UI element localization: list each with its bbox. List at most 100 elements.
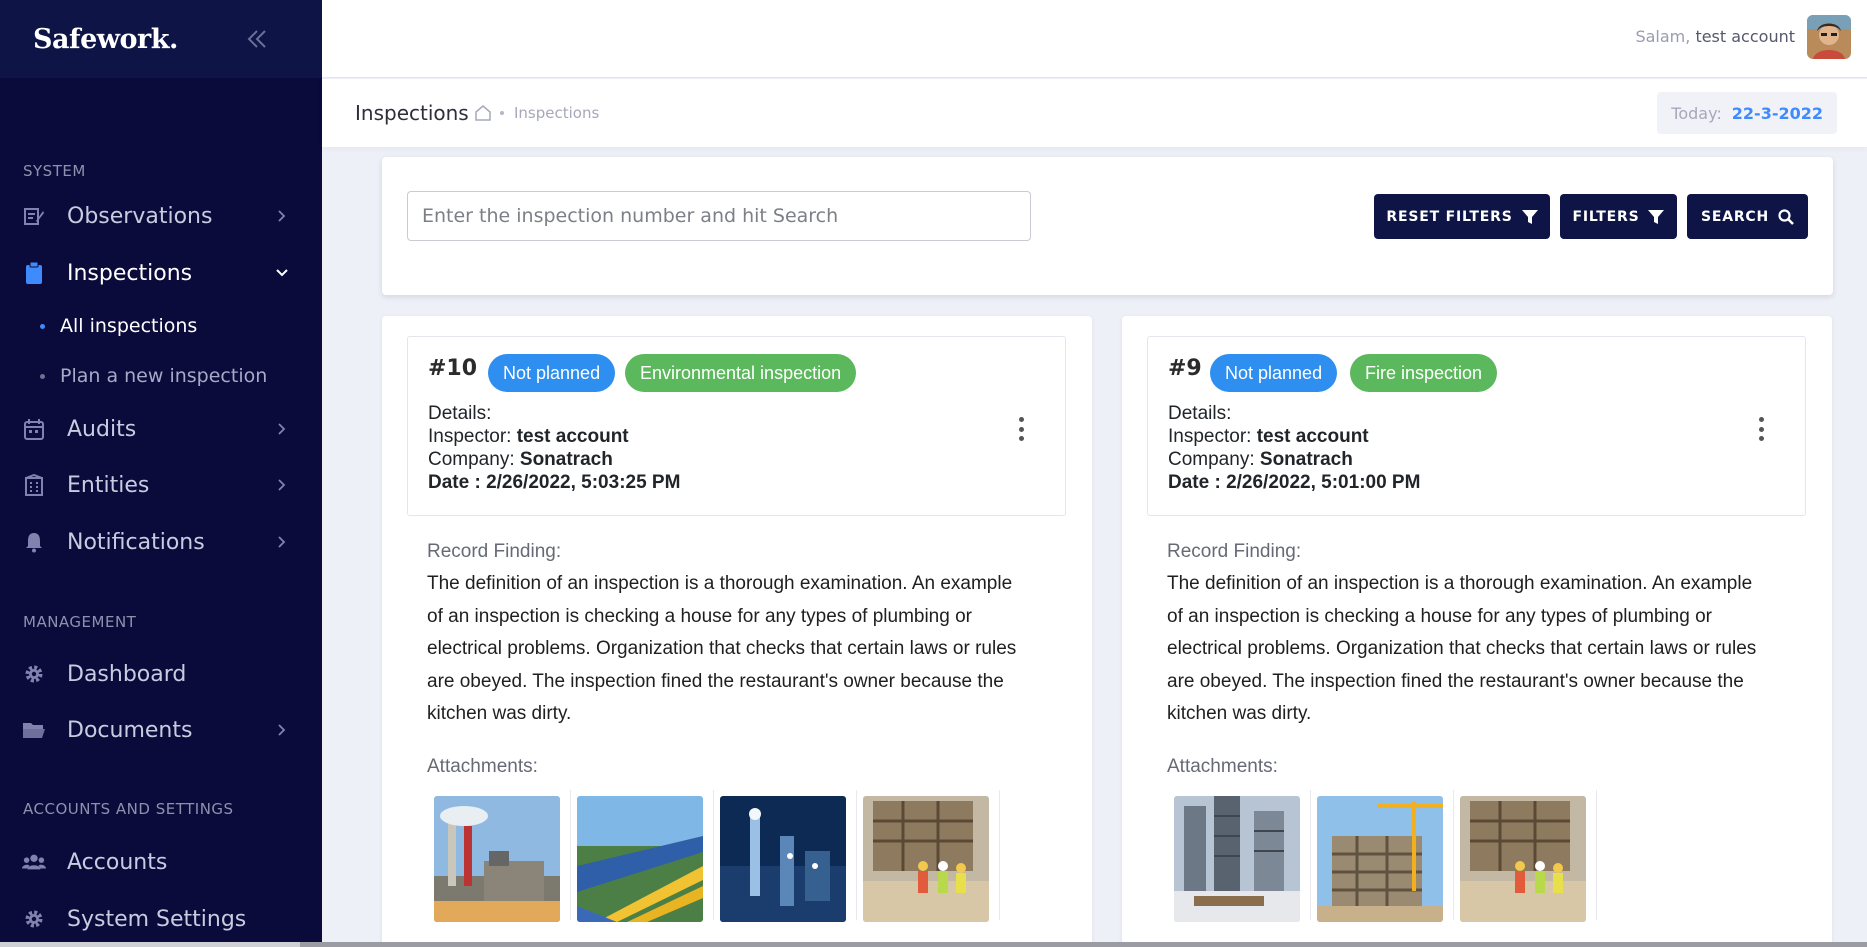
- chevron-down-icon: [275, 266, 289, 280]
- construction-workers-image: [1460, 796, 1586, 922]
- inspection-number: #10: [428, 356, 478, 381]
- attachment-thumbnail[interactable]: [1454, 790, 1597, 922]
- inspection-card-header: #9 Not planned Fire inspection Details: …: [1147, 336, 1806, 516]
- page-title: Inspections: [355, 101, 469, 125]
- user-name: test account: [1695, 27, 1795, 46]
- sidebar-subitem-label: Plan a new inspection: [60, 365, 268, 387]
- inspector-value: test account: [516, 426, 629, 447]
- building-icon: [22, 473, 46, 497]
- inspector-row: Inspector: test account: [1168, 425, 1420, 448]
- inspector-label: Inspector:: [428, 426, 512, 447]
- filter-icon: [1521, 209, 1538, 225]
- search-button[interactable]: SEARCH: [1687, 194, 1808, 239]
- sidebar-subitem-label: All inspections: [60, 315, 198, 337]
- section-system: SYSTEM: [23, 162, 86, 180]
- sidebar-item-documents[interactable]: Documents: [0, 708, 322, 752]
- status-badge: Not planned: [1210, 354, 1338, 392]
- filters-button[interactable]: FILTERS: [1560, 194, 1677, 239]
- chevron-right-icon: [275, 478, 289, 492]
- type-badge: Fire inspection: [1350, 354, 1498, 392]
- breadcrumb: Inspections: [474, 104, 599, 122]
- attachment-thumbnail[interactable]: [1311, 790, 1454, 922]
- today-indicator: Today: 22-3-2022: [1657, 92, 1837, 134]
- sidebar-item-dashboard[interactable]: Dashboard: [0, 652, 322, 696]
- status-badge: Not planned: [488, 354, 616, 392]
- sidebar-item-observations[interactable]: Observations: [0, 194, 322, 238]
- reset-filters-button[interactable]: RESET FILTERS: [1374, 194, 1550, 239]
- gear-icon: [22, 662, 46, 686]
- company-label: Company:: [428, 449, 515, 470]
- date-row: Date : 2/26/2022, 5:01:00 PM: [1168, 471, 1420, 494]
- calendar-icon: [22, 417, 46, 441]
- sidebar-subitem-plan-inspection[interactable]: Plan a new inspection: [40, 365, 267, 387]
- search-icon: [1778, 208, 1794, 225]
- inspection-number: #9: [1168, 356, 1202, 381]
- sidebar-item-notifications[interactable]: Notifications: [0, 520, 322, 564]
- folder-icon: [22, 718, 46, 742]
- company-row: Company: Sonatrach: [428, 448, 680, 471]
- sidebar-item-label: Documents: [67, 717, 193, 743]
- date-row: Date : 2/26/2022, 5:03:25 PM: [428, 471, 680, 494]
- yellow-pipeline-image: [577, 796, 703, 922]
- greeting-prefix: Salam,: [1635, 27, 1691, 46]
- today-date: 22-3-2022: [1731, 103, 1823, 123]
- bullet-dot-icon: [40, 373, 45, 379]
- clipboard-icon: [22, 261, 46, 285]
- sidebar-item-label: Entities: [67, 472, 150, 498]
- sidebar-item-system-settings[interactable]: System Settings: [0, 897, 322, 941]
- building-crane-image: [1317, 796, 1443, 922]
- inspector-label: Inspector:: [1168, 426, 1252, 447]
- record-finding-text: The definition of an inspection is a tho…: [427, 573, 1017, 724]
- filter-icon: [1648, 209, 1665, 225]
- scrollbar-thumb[interactable]: [300, 942, 1867, 947]
- company-row: Company: Sonatrach: [1168, 448, 1420, 471]
- sidebar-item-audits[interactable]: Audits: [0, 407, 322, 451]
- horizontal-scrollbar[interactable]: [0, 942, 1867, 947]
- inspection-search-input[interactable]: [407, 191, 1031, 241]
- double-chevron-left-icon[interactable]: [246, 28, 272, 50]
- home-icon[interactable]: [474, 104, 492, 122]
- date-label: Date :: [1168, 472, 1221, 493]
- attachments-label: Attachments:: [427, 756, 538, 777]
- company-label: Company:: [1168, 449, 1255, 470]
- more-options-icon[interactable]: [1757, 417, 1765, 441]
- attachment-thumbnail[interactable]: [571, 790, 714, 922]
- date-value: 2/26/2022, 5:03:25 PM: [486, 472, 681, 493]
- brand-logo[interactable]: Safework.: [33, 24, 178, 55]
- sub-header: Inspections Inspections Today: 22-3-2022: [322, 79, 1867, 147]
- attachment-thumbnail[interactable]: [714, 790, 857, 922]
- attachments-list: [1168, 790, 1597, 922]
- attachment-thumbnail[interactable]: [857, 790, 1000, 922]
- avatar[interactable]: [1807, 15, 1851, 59]
- section-management: MANAGEMENT: [23, 613, 137, 631]
- bullet-dot-icon: [40, 323, 45, 329]
- breadcrumb-current[interactable]: Inspections: [514, 104, 599, 122]
- chevron-right-icon: [275, 209, 289, 223]
- record-finding-text: The definition of an inspection is a tho…: [1167, 573, 1757, 724]
- attachment-thumbnail[interactable]: [1168, 790, 1311, 922]
- more-options-icon[interactable]: [1017, 417, 1025, 441]
- construction-workers-image: [863, 796, 989, 922]
- attachments-label: Attachments:: [1167, 756, 1278, 777]
- search-panel: RESET FILTERS FILTERS SEARCH: [382, 157, 1833, 295]
- bell-icon: [22, 530, 46, 554]
- inspection-card[interactable]: #10 Not planned Environmental inspection…: [382, 316, 1092, 947]
- inspection-card-header: #10 Not planned Environmental inspection…: [407, 336, 1066, 516]
- sidebar-item-entities[interactable]: Entities: [0, 463, 322, 507]
- inspection-card[interactable]: #9 Not planned Fire inspection Details: …: [1122, 316, 1832, 947]
- sidebar-item-accounts[interactable]: Accounts: [0, 840, 322, 884]
- sidebar-item-label: Inspections: [67, 260, 193, 286]
- attachment-thumbnail[interactable]: [428, 790, 571, 922]
- sidebar-item-label: Dashboard: [67, 661, 187, 687]
- chevron-right-icon: [275, 422, 289, 436]
- inspection-details: Details: Inspector: test account Company…: [428, 402, 680, 494]
- details-label: Details:: [428, 403, 492, 424]
- button-label: FILTERS: [1572, 208, 1640, 225]
- sidebar-subitem-all-inspections[interactable]: All inspections: [40, 315, 197, 337]
- inspector-row: Inspector: test account: [428, 425, 680, 448]
- inspection-details: Details: Inspector: test account Company…: [1168, 402, 1420, 494]
- sidebar-item-inspections[interactable]: Inspections: [0, 251, 322, 295]
- user-greeting[interactable]: Salam, test account: [1635, 27, 1795, 46]
- factory-smokestacks-image: [434, 796, 560, 922]
- sidebar-item-label: System Settings: [67, 906, 247, 932]
